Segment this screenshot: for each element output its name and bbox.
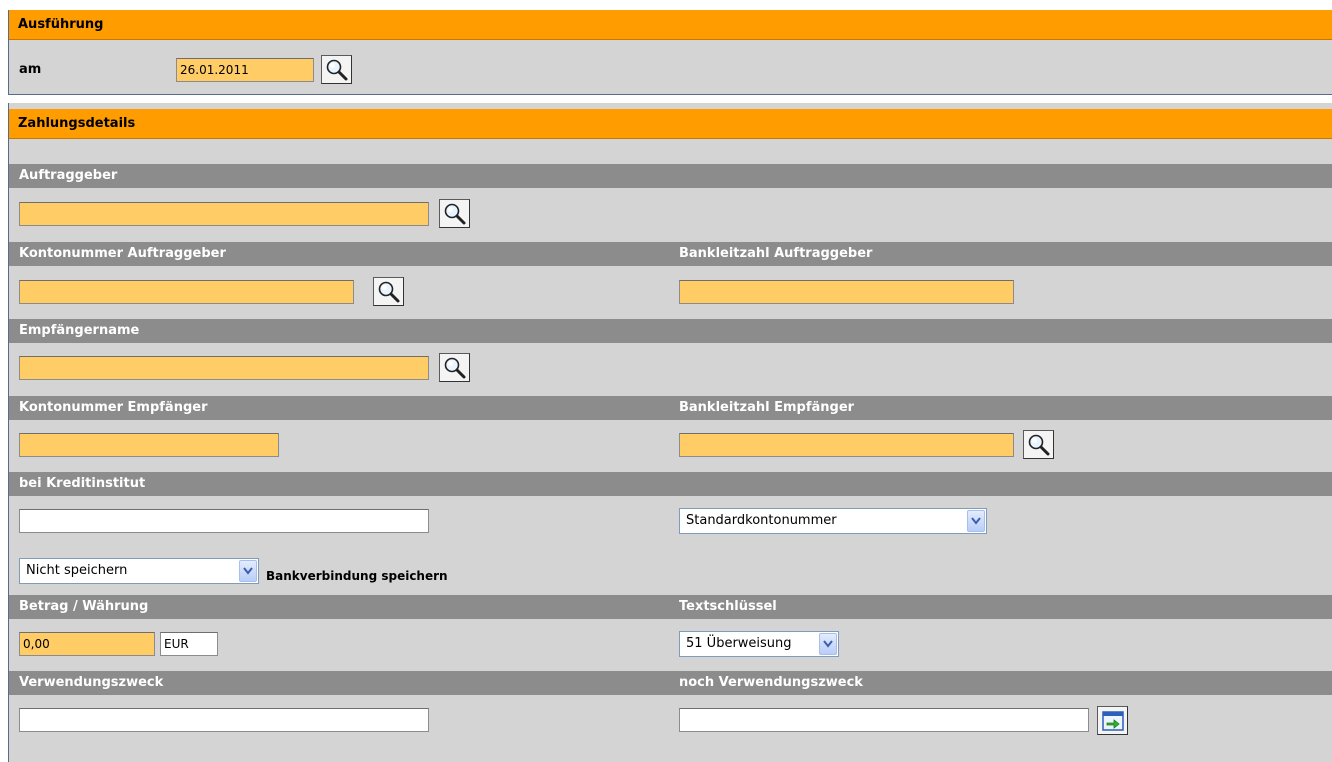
purpose-label: Verwendungszweck [19,675,164,690]
recipient-bank-code-label: Bankleitzahl Empfänger [679,400,855,415]
date-lookup-button[interactable] [321,55,352,84]
save-bank-label: Bankverbindung speichern [266,569,448,583]
account-type-select[interactable]: Standardkontonummer [679,508,987,534]
chevron-down-icon[interactable] [239,560,257,582]
text-key-label: Textschlüssel [679,599,777,614]
purpose-header: Verwendungszweck noch Verwendungszweck [9,671,1332,695]
magnifier-icon [444,357,466,379]
save-bank-value: Nicht speichern [26,563,128,578]
recipient-bank-code-lookup-button[interactable] [1023,430,1054,459]
principal-input[interactable] [19,202,429,226]
magnifier-icon [444,203,466,225]
recipient-account-label: Kontonummer Empfänger [19,400,208,415]
bank-label: bei Kreditinstitut [19,476,146,491]
recipient-bank-code-input[interactable] [679,433,1014,457]
add-purpose-line-button[interactable] [1097,706,1128,735]
text-key-select[interactable]: 51 Überweisung [679,631,839,657]
principal-account-header: Kontonummer Auftraggeber Bankleitzahl Au… [9,242,1332,266]
principal-lookup-button[interactable] [439,199,470,228]
text-key-value: 51 Überweisung [686,636,792,651]
payment-panel: Zahlungsdetails Auftraggeber Kontonummer… [8,103,1332,762]
recipient-account-input[interactable] [19,433,279,457]
save-bank-select[interactable]: Nicht speichern [19,558,259,584]
principal-label: Auftraggeber [19,168,118,183]
magnifier-icon [1028,434,1050,456]
principal-account-lookup-button[interactable] [373,277,404,306]
magnifier-icon [326,59,348,81]
principal-account-label: Kontonummer Auftraggeber [19,246,226,261]
execution-date-input[interactable] [176,58,314,82]
magnifier-icon [378,281,400,303]
recipient-name-header: Empfängername [9,319,1332,343]
purpose-more-input[interactable] [679,708,1089,732]
payment-header: Zahlungsdetails [9,109,1332,139]
date-label: am [19,62,42,77]
recipient-name-label: Empfängername [19,323,140,338]
execution-header: Ausführung [9,10,1332,40]
amount-label: Betrag / Währung [19,599,149,614]
execution-panel: Ausführung am [8,10,1332,95]
recipient-name-input[interactable] [19,356,429,380]
purpose-input[interactable] [19,708,429,732]
principal-header: Auftraggeber [9,164,1332,188]
principal-bank-code-label: Bankleitzahl Auftraggeber [679,246,873,261]
currency-input[interactable] [160,632,218,656]
green-arrow-icon [1102,711,1124,731]
chevron-down-icon[interactable] [967,510,985,532]
amount-header: Betrag / Währung Textschlüssel [9,595,1332,619]
account-type-value: Standardkontonummer [686,513,837,528]
chevron-down-icon[interactable] [819,633,837,655]
recipient-name-lookup-button[interactable] [439,353,470,382]
purpose-more-label: noch Verwendungszweck [679,675,863,690]
recipient-account-header: Kontonummer Empfänger Bankleitzahl Empfä… [9,396,1332,420]
bank-input[interactable] [19,509,429,533]
principal-bank-code-input[interactable] [679,280,1014,304]
bank-header: bei Kreditinstitut [9,472,1332,496]
amount-input[interactable] [19,632,155,656]
principal-account-input[interactable] [19,280,354,304]
